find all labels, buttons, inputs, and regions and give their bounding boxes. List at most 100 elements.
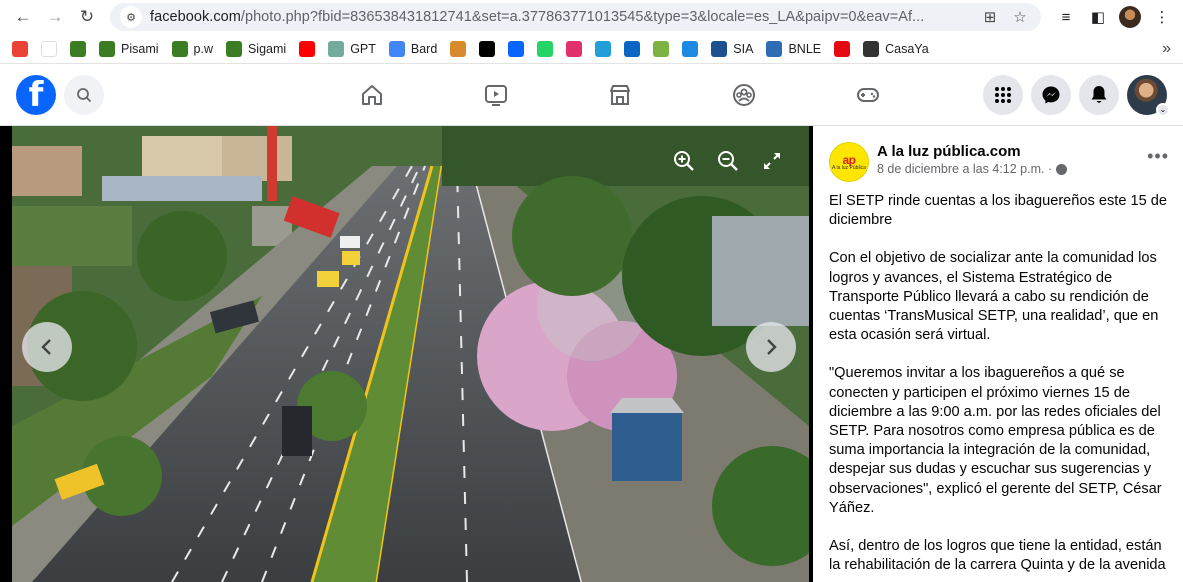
address-bar[interactable]: ⚙ facebook.com/photo.php?fbid=8365384318… bbox=[110, 3, 1041, 31]
more-bookmarks-icon[interactable]: » bbox=[1162, 40, 1171, 58]
fullscreen-icon bbox=[764, 153, 780, 169]
gmail-icon bbox=[41, 40, 57, 57]
next-photo-button[interactable] bbox=[746, 322, 796, 372]
page-logo-subtext: A la luz Pública bbox=[832, 164, 866, 171]
marketplace-icon bbox=[610, 84, 630, 105]
post-paragraph: "Queremos invitar a los ibaguereños a qu… bbox=[829, 365, 1162, 516]
bookmark-label: Bard bbox=[410, 41, 438, 56]
page-avatar[interactable]: ap A la luz Pública bbox=[829, 142, 869, 182]
page-logo-mark: ap bbox=[842, 152, 856, 167]
bookmark-item[interactable]: SIA bbox=[711, 40, 753, 57]
video-icon bbox=[485, 84, 507, 106]
bookmark-item[interactable]: CasaYa bbox=[863, 40, 929, 57]
search-button[interactable] bbox=[64, 74, 104, 115]
bookmark-star-icon[interactable]: ☆ bbox=[1009, 8, 1031, 26]
bookmark-item[interactable] bbox=[508, 40, 525, 57]
bookmark-item[interactable] bbox=[682, 40, 699, 57]
youtube-icon bbox=[299, 40, 316, 57]
six-icon bbox=[711, 40, 728, 57]
browser-toolbar: ← → ↻ ⚙ facebook.com/photo.php?fbid=8365… bbox=[0, 0, 1183, 34]
tab-home[interactable] bbox=[310, 65, 434, 125]
messenger-button[interactable] bbox=[1031, 74, 1071, 115]
bookmark-item[interactable] bbox=[834, 40, 851, 57]
post-paragraph: Con el objetivo de socializar ante la co… bbox=[829, 250, 1159, 344]
zoom-out-icon bbox=[718, 151, 738, 171]
site-settings-icon[interactable]: ⚙ bbox=[120, 6, 142, 28]
tab-gaming[interactable] bbox=[806, 65, 930, 125]
chatgpt-icon bbox=[328, 40, 345, 57]
bookmark-item[interactable] bbox=[299, 40, 316, 57]
telegram-icon bbox=[595, 40, 612, 57]
previous-photo-button[interactable] bbox=[22, 322, 72, 372]
bird-icon bbox=[682, 40, 699, 57]
zoom-in-button[interactable] bbox=[671, 148, 697, 174]
bookmark-item[interactable] bbox=[653, 40, 670, 57]
bookmark-item[interactable]: Bard bbox=[388, 40, 438, 57]
bookmark-label: BNLE bbox=[788, 41, 822, 56]
post-paragraph: Así, dentro de los logros que tiene la e… bbox=[829, 538, 1166, 574]
globe-icon bbox=[1056, 163, 1068, 175]
bookmark-label: Sigami bbox=[247, 41, 287, 56]
bookmark-item[interactable]: p.w bbox=[171, 40, 213, 57]
shield-crest-icon bbox=[225, 40, 242, 57]
messenger-icon bbox=[1042, 86, 1060, 103]
bookmark-item[interactable]: Sigami bbox=[225, 40, 287, 57]
facebook-logo-icon[interactable]: f bbox=[16, 74, 56, 115]
timestamp-text: 8 de diciembre a las 4:12 p.m. · bbox=[877, 162, 1053, 176]
chevron-down-icon: ⌄ bbox=[1156, 102, 1170, 117]
post-panel: ap A la luz Pública A la luz pública.com… bbox=[813, 126, 1183, 582]
bookmark-item[interactable] bbox=[566, 40, 583, 57]
tab-groups[interactable] bbox=[682, 65, 806, 125]
bard-sparkle-icon bbox=[388, 40, 405, 57]
media-queue-icon[interactable]: ≡ bbox=[1055, 6, 1077, 28]
x-icon bbox=[479, 40, 496, 57]
bookmark-item[interactable] bbox=[450, 40, 467, 57]
bookmark-item[interactable] bbox=[41, 40, 57, 57]
tab-marketplace[interactable] bbox=[558, 65, 682, 125]
more-options-icon[interactable]: ••• bbox=[1147, 146, 1169, 167]
bookmark-label: Pisami bbox=[121, 41, 159, 56]
apps-grid-icon bbox=[12, 40, 28, 57]
browser-profile-avatar[interactable] bbox=[1119, 6, 1141, 28]
side-panel-icon[interactable]: ◧ bbox=[1087, 6, 1109, 28]
search-icon bbox=[77, 87, 92, 102]
post-photo bbox=[12, 126, 809, 582]
chevron-left-icon bbox=[41, 339, 51, 355]
url-path: /photo.php?fbid=836538431812741&set=a.37… bbox=[240, 9, 925, 25]
chevron-right-icon bbox=[767, 339, 777, 355]
account-button[interactable]: ⌄ bbox=[1127, 74, 1170, 117]
casaya-icon bbox=[863, 40, 880, 57]
bnle-icon bbox=[766, 40, 783, 57]
tab-video[interactable] bbox=[434, 65, 558, 125]
bookmark-item[interactable]: BNLE bbox=[766, 40, 822, 57]
post-timestamp[interactable]: 8 de diciembre a las 4:12 p.m. · bbox=[877, 161, 1147, 177]
back-arrow-icon[interactable]: ← bbox=[10, 4, 36, 30]
kebab-menu-icon[interactable]: ⋮ bbox=[1151, 6, 1173, 28]
bookmark-item[interactable] bbox=[70, 40, 86, 57]
bookmark-item[interactable] bbox=[537, 40, 554, 57]
fullscreen-button[interactable] bbox=[759, 148, 785, 174]
bookmark-item[interactable]: Pisami bbox=[99, 40, 159, 57]
bookmark-item[interactable] bbox=[12, 40, 28, 57]
reload-icon[interactable]: ↻ bbox=[74, 4, 100, 30]
menu-button[interactable] bbox=[983, 74, 1023, 115]
whatsapp-icon bbox=[537, 40, 554, 57]
install-app-icon[interactable]: ⊞ bbox=[979, 8, 1001, 26]
home-icon bbox=[362, 84, 382, 105]
url-text[interactable]: facebook.com/photo.php?fbid=836538431812… bbox=[150, 9, 971, 25]
bookmark-label: p.w bbox=[193, 41, 213, 56]
notifications-button[interactable] bbox=[1079, 74, 1119, 115]
bell-icon bbox=[1091, 85, 1107, 103]
facebook-icon bbox=[508, 40, 525, 57]
page-name-link[interactable]: A la luz pública.com bbox=[877, 142, 1147, 161]
bookmark-item[interactable] bbox=[479, 40, 496, 57]
bookmark-item[interactable]: GPT bbox=[328, 40, 376, 57]
forward-arrow-icon[interactable]: → bbox=[42, 4, 68, 30]
instagram-icon bbox=[566, 40, 583, 57]
bookmark-item[interactable] bbox=[624, 40, 641, 57]
bookmark-item[interactable] bbox=[595, 40, 612, 57]
shield-crest-icon bbox=[171, 40, 188, 57]
bookmark-label: CasaYa bbox=[885, 41, 929, 56]
netflix-icon bbox=[834, 40, 851, 57]
zoom-out-button[interactable] bbox=[715, 148, 741, 174]
